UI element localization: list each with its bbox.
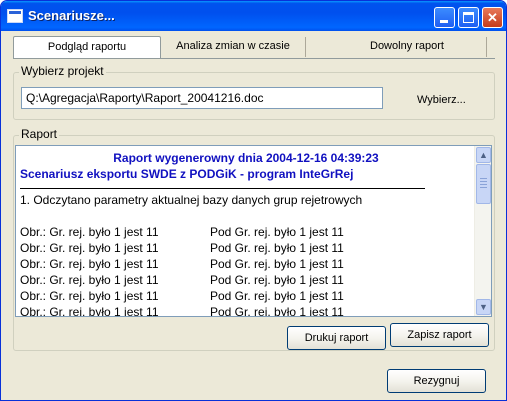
report-header-line: Raport wygenerowny dnia 2004-12-16 04:39… [113, 151, 379, 165]
report-row-right: Pod Gr. rej. było 1 jest 11 [210, 225, 344, 239]
close-button[interactable]: ✕ [482, 7, 503, 28]
report-row-right: Pod Gr. rej. było 1 jest 11 [210, 289, 344, 303]
report-row-right: Pod Gr. rej. było 1 jest 11 [210, 257, 344, 271]
report-row: Obr.: Gr. rej. było 1 jest 11 Pod Gr. re… [20, 224, 472, 240]
report-row-left: Obr.: Gr. rej. było 1 jest 11 [20, 257, 159, 271]
report-blank-line [20, 208, 472, 224]
tab-analiza-zmian[interactable]: Analiza zmian w czasie [163, 36, 303, 59]
report-vertical-scrollbar[interactable]: ▲ ▼ [474, 146, 491, 316]
report-row: Obr.: Gr. rej. było 1 jest 11 Pod Gr. re… [20, 304, 472, 317]
scroll-up-arrow-icon[interactable]: ▲ [476, 147, 491, 163]
report-step-line: 1. Odczytano parametry aktualnej bazy da… [20, 193, 363, 207]
report-row: Obr.: Gr. rej. było 1 jest 11 Pod Gr. re… [20, 288, 472, 304]
maximize-icon [463, 12, 474, 23]
report-row-left: Obr.: Gr. rej. było 1 jest 11 [20, 225, 159, 239]
report-group-label: Raport [19, 127, 60, 141]
scroll-down-arrow-icon[interactable]: ▼ [476, 299, 491, 315]
tab-dowolny-raport[interactable]: Dowolny raport [307, 36, 506, 59]
report-row-right: Pod Gr. rej. było 1 jest 11 [210, 273, 344, 287]
choose-project-button[interactable]: Wybierz... [417, 94, 466, 106]
project-group-label: Wybierz projekt [19, 64, 106, 78]
report-row-left: Obr.: Gr. rej. było 1 jest 11 [20, 241, 159, 255]
report-row-left: Obr.: Gr. rej. było 1 jest 11 [20, 289, 159, 303]
minimize-button[interactable] [434, 7, 455, 28]
minimize-icon [440, 20, 448, 23]
tab-separator [486, 37, 487, 57]
print-report-button[interactable]: Drukuj raport [287, 326, 386, 350]
report-row: Obr.: Gr. rej. było 1 jest 11 Pod Gr. re… [20, 256, 472, 272]
close-icon: ✕ [487, 10, 498, 25]
report-row-left: Obr.: Gr. rej. było 1 jest 11 [20, 305, 159, 317]
tab-podglad-raportu[interactable]: Podgląd raportu [13, 36, 161, 59]
scenariusze-window: Scenariusze... ✕ Podgląd raportu Analiza… [0, 0, 507, 401]
report-subtitle-line: Scenariusz eksportu SWDE z PODGiK - prog… [20, 167, 354, 181]
tab-separator [305, 37, 306, 57]
report-divider [20, 188, 425, 189]
window-icon [7, 9, 23, 23]
tab-underline [13, 58, 495, 59]
report-content: Raport wygenerowny dnia 2004-12-16 04:39… [20, 150, 472, 317]
report-row-right: Pod Gr. rej. było 1 jest 11 [210, 241, 344, 255]
report-row-right: Pod Gr. rej. było 1 jest 11 [210, 305, 344, 317]
report-row-left: Obr.: Gr. rej. było 1 jest 11 [20, 273, 159, 287]
report-row: Obr.: Gr. rej. było 1 jest 11 Pod Gr. re… [20, 240, 472, 256]
cancel-button[interactable]: Rezygnuj [387, 369, 486, 393]
title-bar[interactable]: Scenariusze... ✕ [1, 1, 506, 31]
report-row: Obr.: Gr. rej. było 1 jest 11 Pod Gr. re… [20, 272, 472, 288]
window-title: Scenariusze... [28, 8, 115, 23]
save-report-button[interactable]: Zapisz raport [390, 323, 489, 347]
project-path-field[interactable]: Q:\Agregacja\Raporty\Raport_20041216.doc [21, 87, 383, 109]
maximize-button[interactable] [458, 7, 479, 28]
report-textbox[interactable]: Raport wygenerowny dnia 2004-12-16 04:39… [15, 145, 492, 317]
scroll-thumb[interactable] [476, 164, 491, 204]
